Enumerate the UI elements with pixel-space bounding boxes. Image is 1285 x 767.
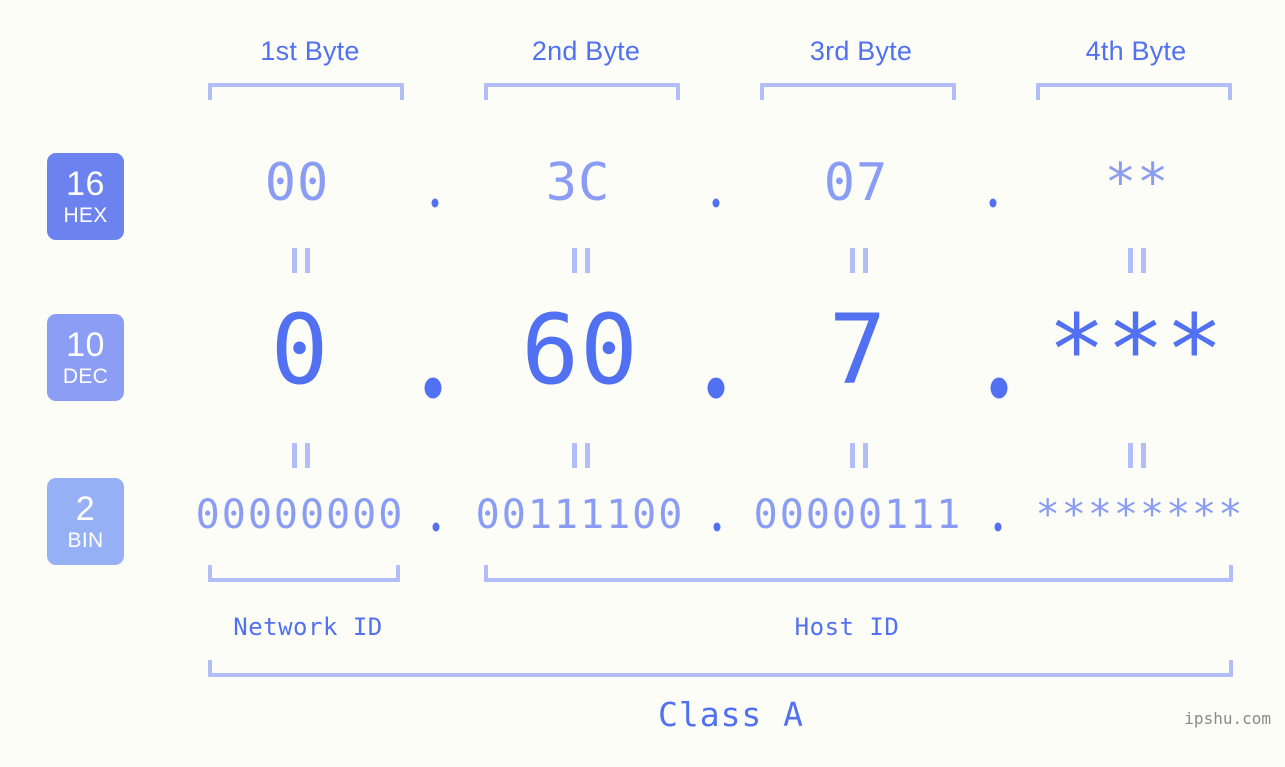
byte-bracket-top-4 [1036,83,1232,100]
dec-byte-value-1: 0 [270,294,330,406]
dec-byte-value-2: 60 [521,294,639,406]
hex-byte-value-2: 3C [545,153,611,213]
equals-mark-dec-bin-3 [850,443,868,468]
radix-badge-dec-number: 10 [66,326,105,364]
class-label: Class A [657,695,805,734]
equals-mark-hex-dec-4 [1128,248,1146,273]
equals-mark-dec-bin-1 [292,443,310,468]
radix-badge-hex-name: HEX [63,204,108,227]
equals-mark-hex-dec-2 [572,248,590,273]
byte-header-label-3: 3rd Byte [809,36,913,66]
radix-badge-dec-name: DEC [62,365,109,388]
network-id-bracket [208,565,400,582]
byte-header-label-4: 4th Byte [1085,36,1187,66]
equals-mark-dec-bin-4 [1128,443,1146,468]
host-id-bracket [484,565,1233,582]
byte-bracket-top-3 [760,83,956,100]
radix-badge-hex-number: 16 [66,165,105,203]
hex-dot-separator-1 [431,198,439,208]
byte-bracket-top-1 [208,83,404,100]
hex-dot-separator-2 [712,198,720,208]
bin-dot-separator-2 [713,522,721,532]
site-watermark: ipshu.com [1184,709,1271,728]
dec-dot-separator-2 [707,377,725,399]
byte-bracket-top-2 [484,83,680,100]
bin-byte-value-3: 00000111 [753,492,963,538]
bin-byte-value-1: 00000000 [195,492,405,538]
radix-badge-bin-number: 2 [75,490,96,528]
byte-header-label-2: 2nd Byte [531,36,641,66]
hex-dot-separator-3 [989,198,997,208]
equals-mark-hex-dec-3 [850,248,868,273]
radix-badge-bin-name: BIN [67,529,104,552]
radix-badge-dec[interactable]: 10 DEC [47,314,124,401]
class-bracket [208,660,1233,677]
radix-badge-bin[interactable]: 2 BIN [47,478,124,565]
bin-dot-separator-3 [994,522,1002,532]
dec-byte-value-4: *** [1047,294,1225,406]
bin-byte-value-4: ******** [1035,492,1245,538]
dec-byte-value-3: 7 [828,294,888,406]
network-id-label: Network ID [233,613,383,641]
equals-mark-dec-bin-2 [572,443,590,468]
dec-dot-separator-1 [424,377,442,399]
hex-byte-value-3: 07 [823,153,889,213]
bin-dot-separator-1 [432,522,440,532]
equals-mark-hex-dec-1 [292,248,310,273]
ip-address-breakdown-diagram: 1st Byte 2nd Byte 3rd Byte 4th Byte 16 H… [0,0,1285,767]
hex-byte-value-4: ** [1104,153,1170,213]
radix-badge-hex[interactable]: 16 HEX [47,153,124,240]
bin-byte-value-2: 00111100 [475,492,685,538]
host-id-label: Host ID [794,613,900,641]
hex-byte-value-1: 00 [264,153,330,213]
byte-header-label-1: 1st Byte [260,36,360,66]
dec-dot-separator-3 [990,377,1008,399]
